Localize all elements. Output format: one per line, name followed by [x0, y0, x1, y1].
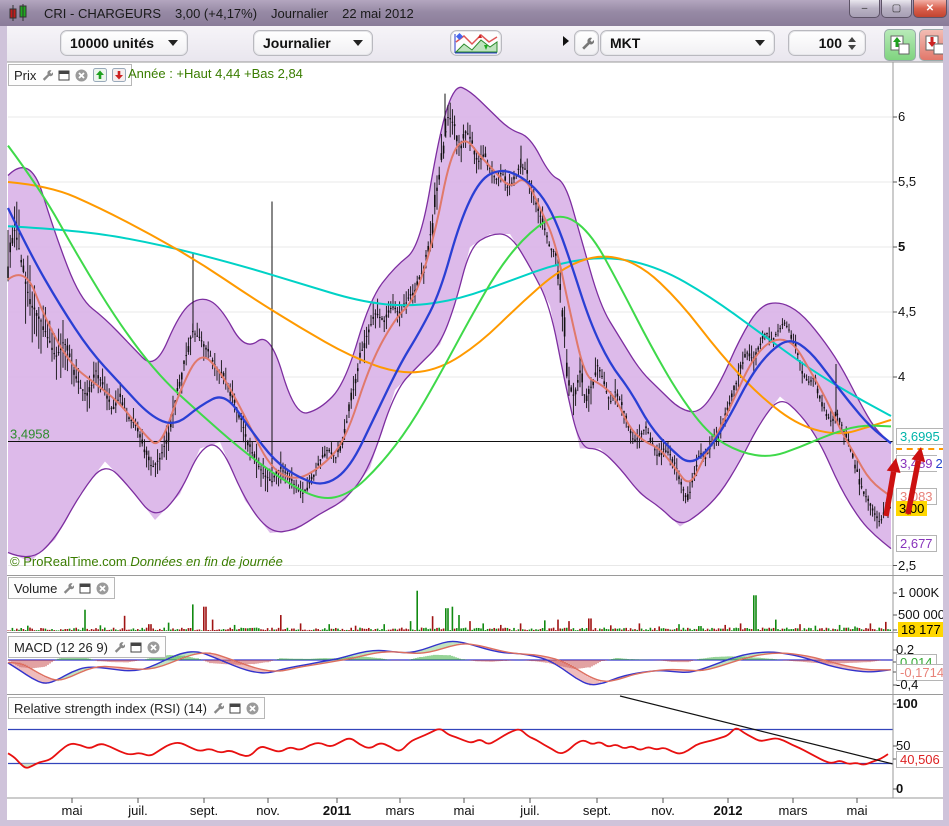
- x-axis-label: 2011: [323, 803, 351, 818]
- close-panel-icon[interactable]: [75, 69, 88, 82]
- price-panel-title: Prix: [14, 68, 36, 83]
- volume-axis-label: 18 177: [898, 622, 944, 637]
- copyright-note: Données en fin de journée: [130, 554, 283, 569]
- window-frame-left: [0, 26, 7, 826]
- svg-text:3,4958: 3,4958: [10, 427, 50, 442]
- wrench-icon[interactable]: [62, 582, 74, 594]
- maximize-panel-icon[interactable]: [58, 70, 70, 81]
- price-float-label: 3,4892: [896, 455, 937, 472]
- x-axis-label: sept.: [583, 803, 611, 818]
- price-float-label: 2,677: [896, 535, 937, 552]
- maximize-panel-icon[interactable]: [229, 703, 241, 714]
- x-axis-label: mai: [62, 803, 83, 818]
- x-axis-label: mars: [779, 803, 808, 818]
- macd-panel-header: MACD (12 26 9): [8, 636, 166, 658]
- wrench-icon[interactable]: [41, 69, 53, 81]
- maximize-panel-icon[interactable]: [79, 583, 91, 594]
- window-frame-bottom: [0, 820, 949, 826]
- partial-hidden-label: 2: [936, 456, 943, 471]
- volume-panel-header: Volume: [8, 577, 115, 599]
- close-panel-icon[interactable]: [246, 702, 259, 715]
- copyright: © ProRealTime.com Données en fin de jour…: [10, 554, 283, 569]
- close-panel-icon[interactable]: [96, 582, 109, 595]
- trading-app-window: CRI - CHARGEURS 3,00 (+4,17%) Journalier…: [0, 0, 949, 826]
- macd-axis-label: -0,4: [896, 677, 918, 692]
- maximize-panel-icon[interactable]: [130, 642, 142, 653]
- x-axis-label: mai: [454, 803, 475, 818]
- price-float-label: 3,00: [896, 501, 927, 516]
- rsi-panel-header: Relative strength index (RSI) (14): [8, 697, 265, 719]
- price-year-stats: Année : +Haut 4,44 +Bas 2,84: [128, 66, 303, 81]
- x-axis-label: sept.: [190, 803, 218, 818]
- rsi-axis-label: 40,506: [896, 751, 944, 768]
- price-axis-label: 5,5: [898, 174, 916, 189]
- price-float-label: 3,6995: [896, 428, 944, 445]
- price-panel-header: Prix: [8, 64, 132, 86]
- rsi-panel-title: Relative strength index (RSI) (14): [14, 701, 207, 716]
- price-axis-label: 4,5: [898, 304, 916, 319]
- wrench-icon[interactable]: [212, 702, 224, 714]
- hidden-orange-label: [896, 448, 945, 454]
- volume-axis-label: 500 000: [898, 607, 945, 622]
- volume-panel-title: Volume: [14, 581, 57, 596]
- x-axis-label: nov.: [651, 803, 675, 818]
- move-down-icon[interactable]: [112, 68, 126, 82]
- volume-axis-label: 1 000K: [898, 585, 939, 600]
- rsi-axis-label: 0: [896, 781, 903, 796]
- x-axis-label: 2012: [714, 803, 743, 818]
- price-axis-label: 4: [898, 369, 905, 384]
- window-frame-right: [943, 26, 949, 826]
- x-axis-label: mai: [847, 803, 868, 818]
- move-up-icon[interactable]: [93, 68, 107, 82]
- rsi-axis-label: 100: [896, 696, 918, 711]
- macd-panel-title: MACD (12 26 9): [14, 640, 108, 655]
- copyright-brand: © ProRealTime.com: [10, 554, 127, 569]
- x-axis-label: juil.: [128, 803, 148, 818]
- x-axis-label: juil.: [520, 803, 540, 818]
- price-axis-label: 6: [898, 109, 905, 124]
- close-panel-icon[interactable]: [147, 641, 160, 654]
- price-axis-label: 5: [898, 239, 905, 254]
- price-axis-label: 2,5: [898, 558, 916, 573]
- x-axis-label: mars: [386, 803, 415, 818]
- wrench-icon[interactable]: [113, 641, 125, 653]
- x-axis-label: nov.: [256, 803, 280, 818]
